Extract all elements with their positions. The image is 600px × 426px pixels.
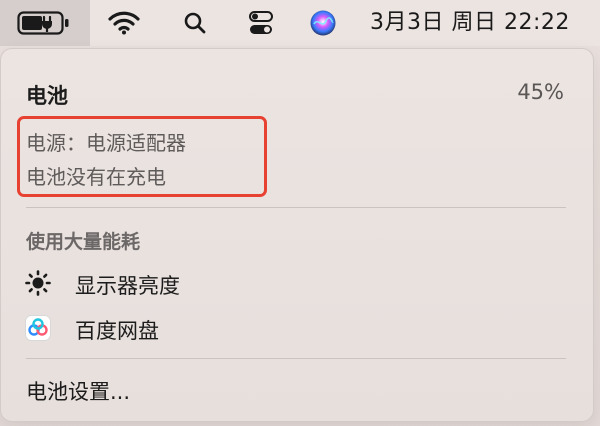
- siri-icon[interactable]: [308, 0, 338, 46]
- divider: [26, 358, 566, 359]
- menu-bar-clock[interactable]: 3月3日 周日 22:22: [370, 0, 570, 46]
- battery-percentage: 45%: [517, 80, 564, 104]
- wifi-icon[interactable]: [106, 0, 142, 46]
- menu-bar: 3月3日 周日 22:22: [0, 0, 600, 46]
- search-icon[interactable]: [180, 0, 210, 46]
- divider: [26, 207, 566, 208]
- battery-menu-button[interactable]: [0, 0, 90, 46]
- battery-settings-menu-item[interactable]: 电池设置...: [26, 376, 130, 406]
- app-item-display-brightness[interactable]: 显示器亮度: [20, 263, 580, 303]
- app-item-baidu-netdisk[interactable]: 百度网盘: [20, 308, 580, 348]
- app-item-label: 显示器亮度: [75, 274, 180, 298]
- battery-charging-icon: [16, 0, 74, 46]
- control-center-icon[interactable]: [246, 0, 276, 46]
- battery-menu-title: 电池: [26, 84, 68, 108]
- sun-icon: [24, 269, 52, 297]
- app-item-label: 百度网盘: [75, 319, 159, 343]
- baidu-netdisk-icon: [24, 314, 52, 342]
- charging-status-text: 电池没有在充电: [26, 165, 166, 189]
- section-title-energy: 使用大量能耗: [26, 231, 141, 253]
- power-source-text: 电源：电源适配器: [26, 131, 186, 155]
